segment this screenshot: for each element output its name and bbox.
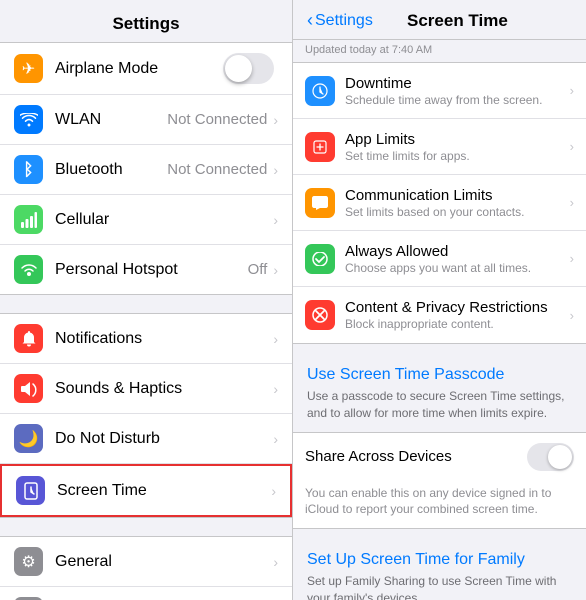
downtime-chevron: ›: [570, 83, 574, 98]
screentime-detail-panel: ‹ Settings Screen Time Updated today at …: [293, 0, 586, 600]
alwaysallowed-icon: [305, 244, 335, 274]
applimits-row[interactable]: App Limits Set time limits for apps. ›: [293, 119, 586, 175]
cellular-label: Cellular: [55, 211, 271, 229]
bluetooth-row[interactable]: ᛒ Bluetooth Not Connected ›: [0, 145, 292, 195]
sounds-chevron: ›: [273, 381, 278, 397]
bluetooth-icon: ᛒ: [14, 155, 43, 184]
wlan-row[interactable]: WLAN Not Connected ›: [0, 95, 292, 145]
downtime-icon: [305, 76, 335, 106]
donotdisturb-icon: 🌙: [14, 424, 43, 453]
connectivity-group: ✈ Airplane Mode WLAN Not Connected › ᛒ B…: [0, 42, 292, 295]
back-label: Settings: [315, 12, 373, 30]
screentime-row[interactable]: Screen Time ›: [0, 464, 292, 517]
bluetooth-chevron: ›: [273, 162, 278, 178]
family-header[interactable]: Set Up Screen Time for Family: [293, 543, 586, 573]
general-row[interactable]: ⚙ General ›: [0, 537, 292, 587]
cellular-row[interactable]: Cellular ›: [0, 195, 292, 245]
communicationlimits-icon: [305, 188, 335, 218]
alwaysallowed-subtitle: Choose apps you want at all times.: [345, 261, 566, 275]
notifications-group: Notifications › Sounds & Haptics › 🌙 Do …: [0, 313, 292, 518]
notifications-chevron: ›: [273, 331, 278, 347]
alwaysallowed-title: Always Allowed: [345, 243, 566, 260]
hotspot-label: Personal Hotspot: [55, 261, 248, 279]
downtime-subtitle: Schedule time away from the screen.: [345, 93, 566, 107]
notifications-icon: [14, 324, 43, 353]
bluetooth-label: Bluetooth: [55, 161, 167, 179]
hotspot-icon: [14, 255, 43, 284]
airplane-toggle[interactable]: [223, 53, 274, 84]
alwaysallowed-content: Always Allowed Choose apps you want at a…: [345, 243, 566, 275]
communicationlimits-subtitle: Set limits based on your contacts.: [345, 205, 566, 219]
back-button[interactable]: ‹ Settings: [307, 10, 373, 31]
airplane-label: Airplane Mode: [55, 60, 223, 78]
passcode-header[interactable]: Use Screen Time Passcode: [293, 358, 586, 388]
alwaysallowed-chevron: ›: [570, 251, 574, 266]
share-text: You can enable this on any device signed…: [293, 481, 586, 529]
downtime-row[interactable]: Downtime Schedule time away from the scr…: [293, 63, 586, 119]
share-label: Share Across Devices: [305, 448, 527, 465]
updated-text: Updated today at 7:40 AM: [293, 40, 586, 62]
settings-panel: Settings ✈ Airplane Mode WLAN Not Connec…: [0, 0, 293, 600]
contentprivacy-subtitle: Block inappropriate content.: [345, 317, 566, 331]
family-text: Set up Family Sharing to use Screen Time…: [293, 573, 586, 600]
airplane-icon: ✈: [14, 54, 43, 83]
screentime-panel-title: Screen Time: [373, 11, 542, 31]
share-group: Share Across Devices You can enable this…: [293, 432, 586, 530]
wlan-chevron: ›: [273, 112, 278, 128]
general-icon: ⚙: [14, 547, 43, 576]
sounds-row[interactable]: Sounds & Haptics ›: [0, 364, 292, 414]
communicationlimits-chevron: ›: [570, 195, 574, 210]
communicationlimits-row[interactable]: Communication Limits Set limits based on…: [293, 175, 586, 231]
screentime-items-group: Downtime Schedule time away from the scr…: [293, 62, 586, 344]
contentprivacy-content: Content & Privacy Restrictions Block ina…: [345, 299, 566, 331]
right-header: ‹ Settings Screen Time: [293, 0, 586, 40]
airplane-row[interactable]: ✈ Airplane Mode: [0, 43, 292, 95]
communicationlimits-title: Communication Limits: [345, 187, 566, 204]
general-label: General: [55, 553, 271, 571]
screentime-icon: [16, 476, 45, 505]
sounds-label: Sounds & Haptics: [55, 380, 271, 398]
contentprivacy-chevron: ›: [570, 308, 574, 323]
downtime-content: Downtime Schedule time away from the scr…: [345, 75, 566, 107]
passcode-text: Use a passcode to secure Screen Time set…: [293, 388, 586, 432]
applimits-content: App Limits Set time limits for apps.: [345, 131, 566, 163]
share-toggle-knob: [548, 445, 572, 469]
contentprivacy-title: Content & Privacy Restrictions: [345, 299, 566, 316]
communicationlimits-content: Communication Limits Set limits based on…: [345, 187, 566, 219]
share-row[interactable]: Share Across Devices: [293, 433, 586, 481]
bluetooth-value: Not Connected: [167, 161, 267, 178]
back-chevron: ‹: [307, 10, 313, 31]
controlcenter-row[interactable]: Control Center ›: [0, 587, 292, 600]
donotdisturb-row[interactable]: 🌙 Do Not Disturb ›: [0, 414, 292, 464]
wlan-icon: [14, 105, 43, 134]
wlan-value: Not Connected: [167, 111, 267, 128]
share-toggle[interactable]: [527, 443, 574, 471]
applimits-chevron: ›: [570, 139, 574, 154]
settings-title: Settings: [0, 0, 292, 42]
notifications-row[interactable]: Notifications ›: [0, 314, 292, 364]
applimits-icon: [305, 132, 335, 162]
screentime-label: Screen Time: [57, 482, 269, 500]
alwaysallowed-row[interactable]: Always Allowed Choose apps you want at a…: [293, 231, 586, 287]
contentprivacy-icon: [305, 300, 335, 330]
hotspot-chevron: ›: [273, 262, 278, 278]
wlan-label: WLAN: [55, 111, 167, 129]
donotdisturb-chevron: ›: [273, 431, 278, 447]
sounds-icon: [14, 374, 43, 403]
downtime-title: Downtime: [345, 75, 566, 92]
applimits-subtitle: Set time limits for apps.: [345, 149, 566, 163]
donotdisturb-label: Do Not Disturb: [55, 430, 271, 448]
notifications-label: Notifications: [55, 330, 271, 348]
hotspot-row[interactable]: Personal Hotspot Off ›: [0, 245, 292, 294]
general-group: ⚙ General › Control Center › Display & B…: [0, 536, 292, 600]
hotspot-value: Off: [248, 261, 268, 278]
applimits-title: App Limits: [345, 131, 566, 148]
cellular-icon: [14, 205, 43, 234]
cellular-chevron: ›: [273, 212, 278, 228]
screentime-chevron: ›: [271, 483, 276, 499]
contentprivacy-row[interactable]: Content & Privacy Restrictions Block ina…: [293, 287, 586, 343]
general-chevron: ›: [273, 554, 278, 570]
